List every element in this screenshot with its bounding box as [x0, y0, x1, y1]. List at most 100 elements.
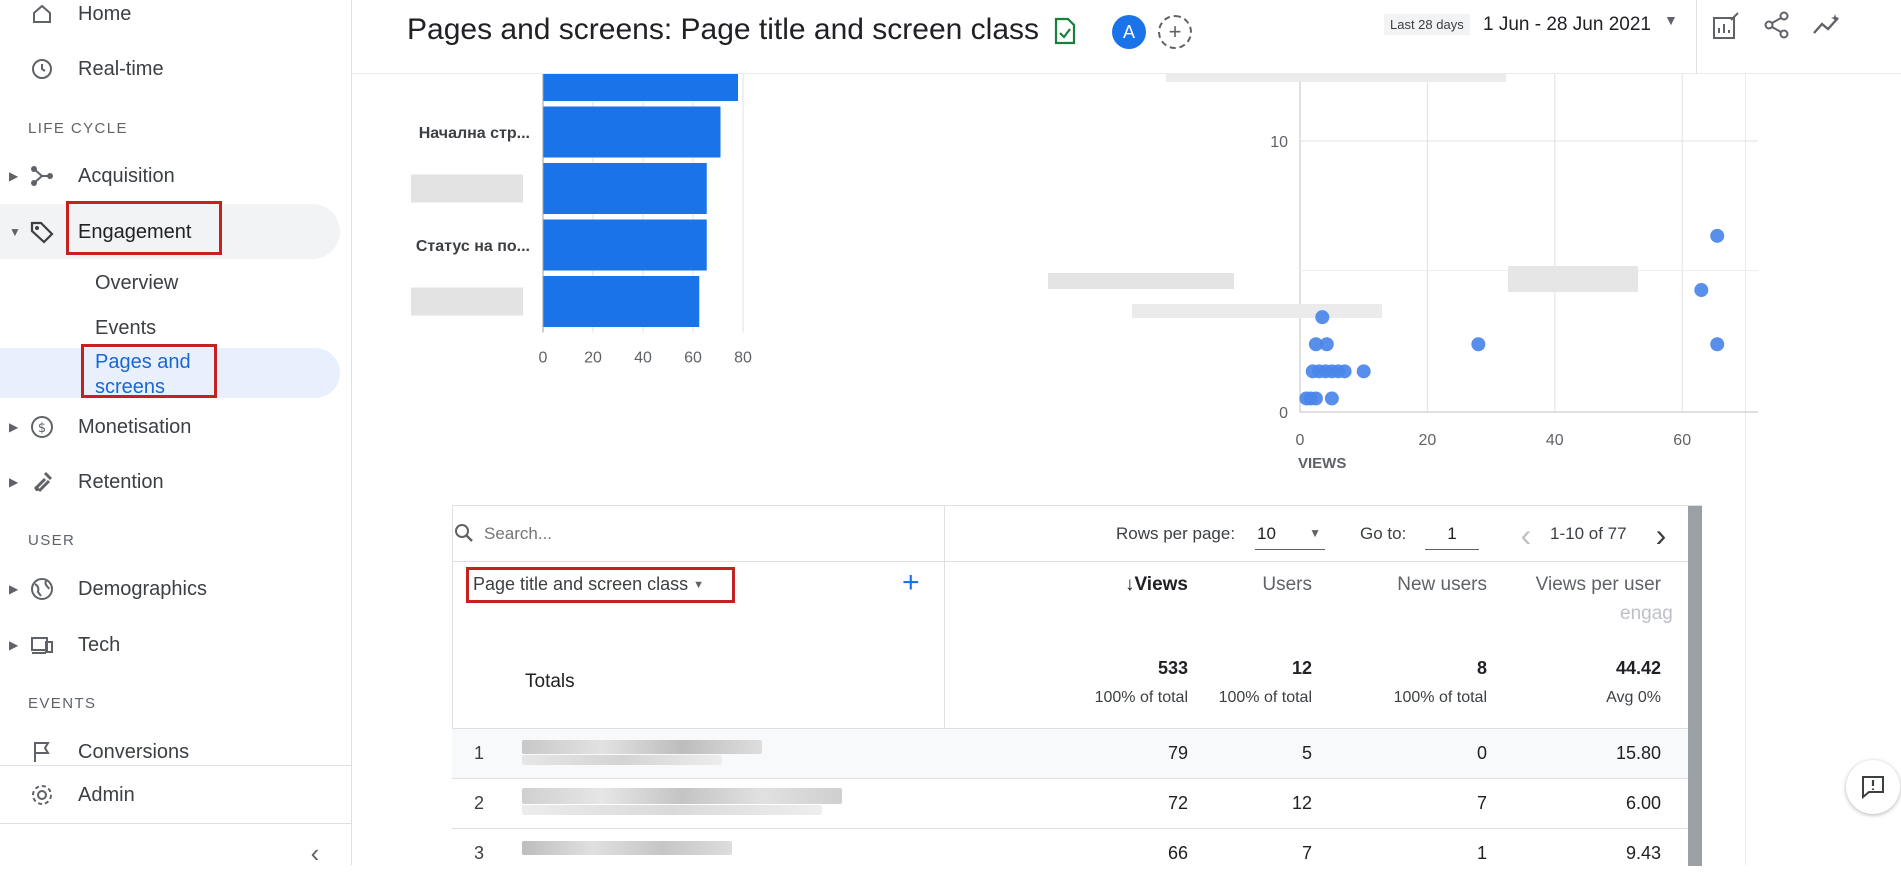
table-row[interactable]: 1 79 5 0 15.80: [452, 728, 1688, 778]
search-input[interactable]: [484, 520, 904, 548]
redacted-point-label: [1166, 74, 1506, 82]
col-header-new-users[interactable]: New users: [1312, 574, 1487, 596]
redacted-page-title-2: [522, 805, 822, 815]
caret-down-icon: ▼: [9, 225, 21, 239]
share-icon[interactable]: [1758, 6, 1796, 44]
scatter-point: [1319, 337, 1334, 352]
scatter-point: [1315, 310, 1330, 325]
nav-acquisition[interactable]: ▶ Acquisition: [0, 150, 340, 202]
total-users: 12: [1291, 658, 1312, 678]
tag-icon: [28, 218, 56, 246]
col-header-views[interactable]: ↓Views: [1008, 574, 1188, 596]
prev-page-icon[interactable]: ‹: [1507, 516, 1545, 554]
table-toolbar-divider: [452, 561, 1688, 562]
row-index: 2: [474, 793, 485, 813]
rows-per-page-select[interactable]: 10 ▼: [1255, 518, 1325, 550]
globe-icon: [28, 575, 56, 603]
cell-users: 12: [1291, 793, 1312, 813]
scatter-x-axis-label: VIEWS: [1298, 455, 1346, 472]
sidebar-bottom-divider: [0, 823, 352, 824]
scatter-y-tick-label: 0: [1279, 405, 1288, 422]
scatter-point: [1710, 337, 1725, 352]
redacted-category-label: [411, 287, 523, 316]
nav-pages-label-2: screens: [95, 376, 166, 398]
nav-realtime[interactable]: Real-time: [0, 43, 340, 95]
dimension-label: Page title and screen class: [473, 574, 689, 594]
cell-views-per-user: 6.00: [1625, 793, 1661, 813]
scatter-point: [1337, 364, 1352, 379]
nav-overview[interactable]: Overview: [95, 272, 178, 295]
scatter-point: [1694, 283, 1709, 298]
insights-icon[interactable]: [1808, 6, 1846, 44]
scatter-chart: 020406080100010VIEWS: [1048, 74, 1758, 472]
dimension-selector[interactable]: Page title and screen class ▼: [473, 574, 704, 595]
feedback-icon: [1862, 776, 1884, 800]
total-views-per-user: 44.42: [1615, 658, 1661, 678]
row-index: 3: [474, 843, 485, 863]
redacted-page-title: [522, 740, 762, 754]
redacted-page-title-2: [522, 755, 722, 765]
table-row[interactable]: 3 66 7 1 9.43: [452, 828, 1688, 878]
row-index: 1: [474, 743, 485, 763]
magnet-icon: [28, 468, 56, 496]
collapse-chevron-icon[interactable]: ‹: [296, 834, 334, 872]
date-dropdown-icon[interactable]: ▼: [1664, 12, 1678, 28]
redacted-point-label: [1508, 266, 1638, 292]
totals-label: Totals: [525, 671, 575, 692]
rows-per-page-value: 10: [1257, 524, 1276, 543]
cell-views: 72: [1167, 793, 1188, 813]
date-preset-label: Last 28 days: [1384, 14, 1470, 35]
nav-retention[interactable]: ▶ Retention: [0, 456, 340, 508]
goto-value: 1: [1447, 524, 1457, 543]
customize-report-icon[interactable]: [1707, 8, 1745, 46]
nav-events[interactable]: Events: [95, 317, 156, 340]
nav-monetisation[interactable]: ▶ $ Monetisation: [0, 401, 340, 453]
goto-input[interactable]: 1: [1425, 518, 1479, 550]
nav-home[interactable]: Home: [0, 0, 340, 40]
col-header-engagement-truncated[interactable]: engag: [1620, 603, 1673, 625]
total-users-sub: 100% of total: [1218, 689, 1312, 706]
nav-home-label: Home: [78, 2, 132, 25]
add-dimension-icon[interactable]: +: [902, 566, 920, 600]
nav-tech[interactable]: ▶ Tech: [0, 619, 340, 671]
date-range[interactable]: 1 Jun - 28 Jun 2021: [1483, 14, 1651, 36]
sidebar: Home Real-time LIFE CYCLE ▶ Acquisition …: [0, 0, 352, 868]
nav-acquisition-label: Acquisition: [78, 164, 175, 187]
nav-pages-and-screens[interactable]: Pages and screens: [95, 350, 191, 400]
nav-retention-label: Retention: [78, 470, 164, 493]
bar-x-tick-label: 60: [684, 350, 702, 367]
gear-icon: [28, 781, 56, 809]
total-new-users-sub: 100% of total: [1393, 689, 1487, 706]
scatter-x-tick-label: 40: [1546, 432, 1564, 449]
add-comparison-icon[interactable]: +: [1158, 15, 1192, 49]
section-user: USER: [28, 532, 76, 549]
cell-users: 5: [1301, 743, 1312, 763]
nav-demographics[interactable]: ▶ Demographics: [0, 563, 340, 615]
avatar[interactable]: A: [1112, 15, 1146, 49]
total-vpu-sub: Avg 0%: [1606, 689, 1661, 706]
table-row[interactable]: 2 72 12 7 6.00: [452, 778, 1688, 828]
caret-right-icon: ▶: [9, 638, 19, 652]
nav-demographics-label: Demographics: [78, 577, 207, 600]
redacted-point-label: [1132, 304, 1382, 318]
feedback-button[interactable]: [1846, 760, 1900, 814]
nav-admin[interactable]: Admin: [0, 769, 340, 821]
nav-conversions-label: Conversions: [78, 740, 190, 763]
total-views: 533: [1157, 658, 1188, 678]
scatter-point: [1308, 391, 1323, 406]
cell-users: 7: [1301, 843, 1312, 863]
scatter-x-tick-label: 60: [1673, 432, 1691, 449]
devices-icon: [28, 631, 56, 659]
col-header-users[interactable]: Users: [1188, 574, 1312, 596]
select-chevron-icon: ▼: [1309, 526, 1321, 540]
table-scrollbar[interactable]: [1688, 506, 1702, 866]
verified-doc-icon[interactable]: [1046, 12, 1084, 50]
cell-new-users: 7: [1476, 793, 1487, 813]
col-header-views-label: Views: [1134, 574, 1188, 595]
main-content: Pages and screens: Page title and screen…: [352, 0, 1901, 878]
scatter-x-tick-label: 0: [1296, 432, 1305, 449]
next-page-icon[interactable]: ›: [1642, 516, 1680, 554]
cell-views: 79: [1167, 743, 1188, 763]
nav-engagement[interactable]: ▼ Engagement: [0, 206, 340, 258]
col-header-views-per-user[interactable]: Views per user: [1487, 574, 1661, 596]
